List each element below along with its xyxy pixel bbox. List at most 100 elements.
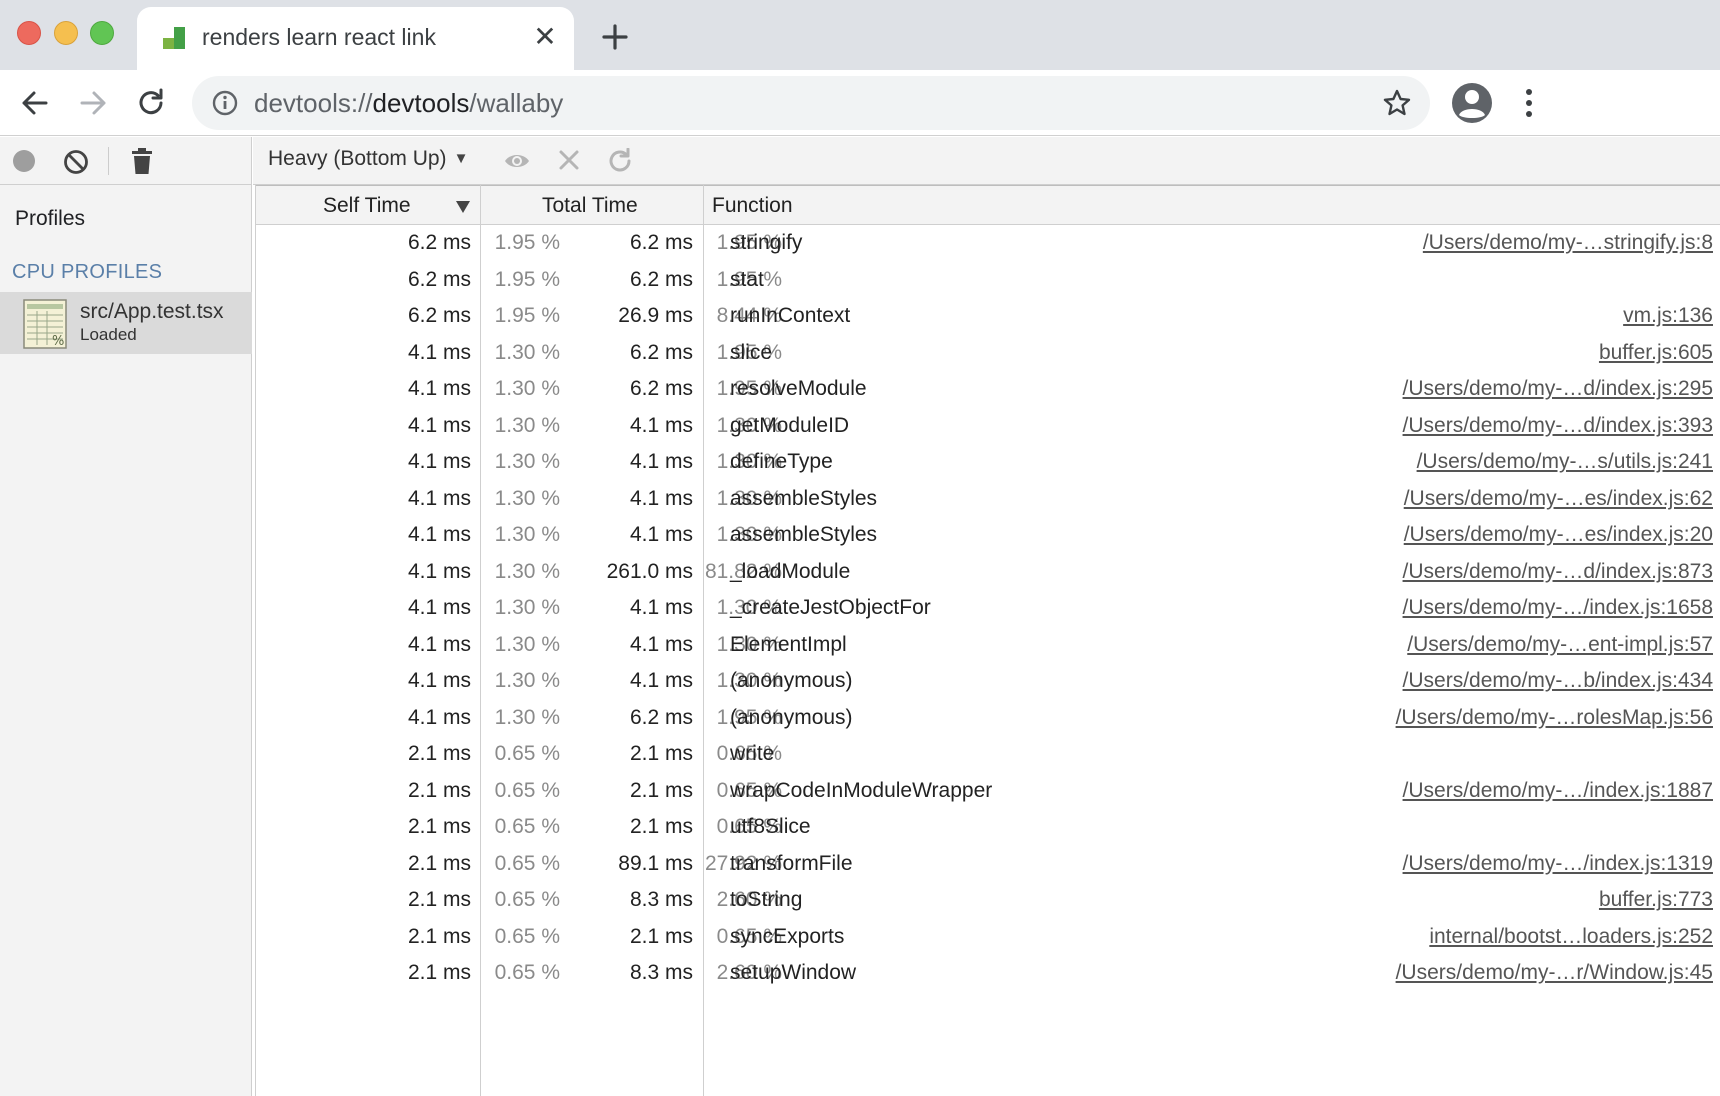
function-name-cell: _loadModule [730, 559, 851, 583]
table-row[interactable]: 4.1 ms 1.30 % 261.0 ms 81.82 % _loadModule/U… [256, 554, 1720, 591]
table-row[interactable]: 2.1 ms 0.65 % 2.1 ms 0.65 % utf8Slice [256, 809, 1720, 846]
table-row[interactable]: 2.1 ms 0.65 % 2.1 ms 0.65 % wrapCodeInModule… [256, 773, 1720, 810]
function-name-cell: stat [730, 267, 764, 291]
function-name-cell: setupWindow [730, 961, 857, 984]
window-minimize-button[interactable] [54, 21, 78, 45]
profile-icon[interactable] [1451, 82, 1493, 124]
forward-icon[interactable] [74, 84, 112, 122]
back-icon[interactable] [16, 84, 54, 122]
self-time-cell: 2.1 ms [407, 961, 471, 984]
source-link[interactable]: /Users/demo/my-…/index.js:1319 [1403, 846, 1713, 883]
browser-tab[interactable]: renders learn react link ✕ [137, 7, 574, 70]
star-icon[interactable] [1382, 88, 1412, 118]
table-row[interactable]: 2.1 ms 0.65 % 8.3 ms 2.60 % toString buffer.j… [256, 882, 1720, 919]
sidebar-item-profile[interactable]: % src/App.test.tsx Loaded [0, 292, 252, 354]
profile-data-grid: Self Time Total Time Function 6.2 ms 1.95… [255, 185, 1720, 1096]
table-row[interactable]: 4.1 ms 1.30 % 6.2 ms 1.95 % slice buffer.js:6… [256, 335, 1720, 372]
source-link[interactable]: /Users/demo/my-…es/index.js:20 [1404, 517, 1713, 554]
profile-toolbar: Heavy (Bottom Up) ▼ [253, 137, 1720, 185]
source-link[interactable]: buffer.js:773 [1599, 882, 1713, 919]
column-self-time[interactable]: Self Time [323, 186, 411, 226]
table-row[interactable]: 4.1 ms 1.30 % 4.1 ms 1.30 % getModuleID/User… [256, 408, 1720, 445]
total-time-cell: 4.1 ms [629, 669, 693, 692]
self-percent-cell: 0.65 % [494, 742, 560, 765]
sort-descending-icon [456, 201, 470, 213]
source-link[interactable]: /Users/demo/my-…es/index.js:62 [1404, 481, 1713, 518]
total-time-cell: 6.2 ms [629, 267, 693, 291]
source-link[interactable]: buffer.js:605 [1599, 335, 1713, 372]
record-icon[interactable] [12, 149, 36, 173]
table-row[interactable]: 4.1 ms 1.30 % 4.1 ms 1.30 % _createJestObjec… [256, 590, 1720, 627]
table-row[interactable]: 2.1 ms 0.65 % 8.3 ms 2.60 % setupWindow/User… [256, 955, 1720, 992]
self-percent-cell: 1.30 % [494, 705, 560, 729]
source-link[interactable]: /Users/demo/my-…rolesMap.js:56 [1396, 700, 1713, 737]
window-zoom-button[interactable] [90, 21, 114, 45]
source-link[interactable]: /Users/demo/my-…ent-impl.js:57 [1407, 627, 1713, 664]
source-link[interactable]: /Users/demo/my-…d/index.js:295 [1403, 371, 1713, 408]
profile-view: Heavy (Bottom Up) ▼ Self Time Total Time … [253, 137, 1720, 1096]
function-name-cell: syncExports [730, 924, 845, 948]
devtools-favicon-icon [163, 27, 185, 49]
table-row[interactable]: 4.1 ms 1.30 % 4.1 ms 1.30 % defineType/Users… [256, 444, 1720, 481]
table-row[interactable]: 6.2 ms 1.95 % 26.9 ms 8.44 % runInContext vm.… [256, 298, 1720, 335]
source-link[interactable]: /Users/demo/my-…stringify.js:8 [1423, 225, 1713, 262]
source-link[interactable]: /Users/demo/my-…r/Window.js:45 [1396, 955, 1713, 992]
table-row[interactable]: 6.2 ms 1.95 % 6.2 ms 1.95 % stringify/Users/… [256, 225, 1720, 262]
grid-rows: 6.2 ms 1.95 % 6.2 ms 1.95 % stringify/Users/… [256, 225, 1720, 992]
column-total-time[interactable]: Total Time [542, 186, 638, 226]
source-link[interactable]: /Users/demo/my-…b/index.js:434 [1403, 663, 1713, 700]
table-row[interactable]: 2.1 ms 0.65 % 2.1 ms 0.65 % write [256, 736, 1720, 773]
close-icon[interactable] [555, 148, 583, 174]
chevron-down-icon: ▼ [453, 150, 469, 167]
self-time-cell: 6.2 ms [407, 267, 471, 291]
source-link[interactable]: vm.js:136 [1623, 298, 1713, 335]
total-time-cell: 4.1 ms [629, 596, 693, 619]
source-link[interactable]: /Users/demo/my-…/index.js:1887 [1403, 773, 1713, 810]
function-name-cell: runInContext [730, 304, 851, 327]
table-row[interactable]: 4.1 ms 1.30 % 4.1 ms 1.30 % assembleStyles/U… [256, 481, 1720, 518]
source-link[interactable]: internal/bootst…loaders.js:252 [1429, 919, 1713, 956]
table-row[interactable]: 6.2 ms 1.95 % 6.2 ms 1.95 % stat [256, 262, 1720, 299]
source-link[interactable]: /Users/demo/my-…s/utils.js:241 [1417, 444, 1713, 481]
reload-icon[interactable] [132, 84, 170, 122]
refresh-icon[interactable] [606, 148, 634, 174]
tab-close-icon[interactable]: ✕ [532, 23, 558, 51]
function-name-cell: slice [730, 340, 773, 364]
kebab-menu-icon[interactable] [1516, 84, 1542, 122]
self-percent-cell: 0.65 % [494, 961, 560, 984]
url-host: devtools [372, 88, 470, 118]
address-bar[interactable]: devtools://devtools/wallaby [192, 76, 1430, 130]
function-name-cell: assembleStyles [730, 486, 878, 510]
table-row[interactable]: 2.1 ms 0.65 % 2.1 ms 0.65 % syncExports inter… [256, 919, 1720, 956]
new-tab-icon[interactable] [598, 20, 632, 54]
self-time-cell: 4.1 ms [407, 413, 471, 437]
self-percent-cell: 1.30 % [494, 523, 560, 546]
table-row[interactable]: 4.1 ms 1.30 % 4.1 ms 1.30 % ElementImpl/User… [256, 627, 1720, 664]
eye-icon[interactable] [503, 148, 531, 174]
trash-icon[interactable] [131, 147, 153, 175]
table-row[interactable]: 4.1 ms 1.30 % 4.1 ms 1.30 % (anonymous)/User… [256, 663, 1720, 700]
function-name-cell: _createJestObjectFor [730, 596, 931, 619]
view-mode-select[interactable]: Heavy (Bottom Up) ▼ [268, 147, 468, 171]
function-name-cell: resolveModule [730, 377, 867, 400]
table-row[interactable]: 2.1 ms 0.65 % 89.1 ms 27.92 % transformFile /… [256, 846, 1720, 883]
block-icon[interactable] [63, 149, 89, 175]
table-row[interactable]: 4.1 ms 1.30 % 4.1 ms 1.30 % assembleStyles/U… [256, 517, 1720, 554]
total-time-cell: 4.1 ms [629, 486, 693, 510]
url-text[interactable]: devtools://devtools/wallaby [254, 88, 563, 119]
source-link[interactable]: /Users/demo/my-…d/index.js:873 [1403, 554, 1713, 591]
self-percent-cell: 1.30 % [494, 596, 560, 619]
self-percent-cell: 0.65 % [494, 815, 560, 838]
window-close-button[interactable] [17, 21, 41, 45]
self-time-cell: 2.1 ms [407, 778, 471, 802]
table-row[interactable]: 4.1 ms 1.30 % 6.2 ms 1.95 % (anonymous)/User… [256, 700, 1720, 737]
view-mode-label: Heavy (Bottom Up) [268, 147, 447, 170]
source-link[interactable]: /Users/demo/my-…d/index.js:393 [1403, 408, 1713, 445]
total-time-cell: 2.1 ms [629, 742, 693, 765]
browser-toolbar: devtools://devtools/wallaby [0, 70, 1720, 136]
column-function[interactable]: Function [712, 186, 793, 226]
table-row[interactable]: 4.1 ms 1.30 % 6.2 ms 1.95 % resolveModule/Us… [256, 371, 1720, 408]
self-time-cell: 4.1 ms [407, 669, 471, 692]
info-icon[interactable] [212, 90, 238, 116]
source-link[interactable]: /Users/demo/my-…/index.js:1658 [1403, 590, 1713, 627]
